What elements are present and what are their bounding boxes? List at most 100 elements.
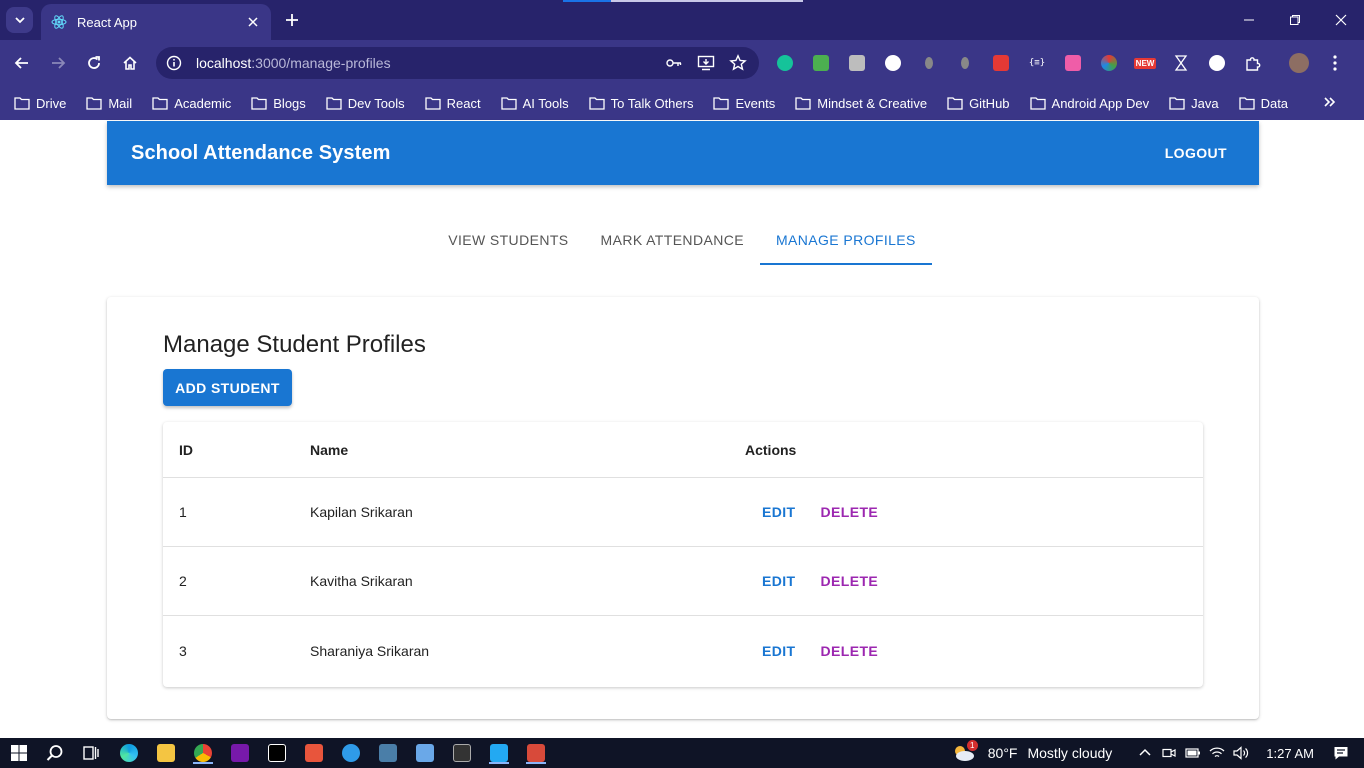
wifi-icon[interactable] (1208, 744, 1226, 762)
back-arrow-icon[interactable] (10, 51, 34, 75)
bookmark-folder-data[interactable]: Data (1238, 96, 1288, 111)
terminal-icon[interactable] (451, 742, 473, 764)
student-name: Sharaniya Srikaran (310, 642, 430, 659)
kebab-menu-icon[interactable] (1324, 52, 1346, 74)
volume-icon[interactable] (1232, 744, 1250, 762)
snipping-tool-icon[interactable] (525, 742, 547, 764)
delete-button[interactable]: DELETE (813, 500, 887, 524)
bookmark-folder-react[interactable]: React (424, 96, 481, 111)
bookmarks-overflow-icon[interactable] (1320, 92, 1340, 112)
delete-button[interactable]: DELETE (813, 639, 887, 663)
folder-icon (326, 96, 342, 110)
weather-text: Mostly cloudy (1027, 745, 1113, 761)
reload-icon[interactable] (82, 51, 106, 75)
site-info-icon[interactable] (166, 55, 182, 71)
browser-tab-title: React App (77, 14, 137, 30)
cube-app-icon[interactable] (414, 742, 436, 764)
vscode-icon[interactable] (488, 742, 510, 764)
color-dots-extension-icon[interactable] (1098, 52, 1120, 74)
compass-extension-icon[interactable] (882, 52, 904, 74)
weather-cloud-icon[interactable]: 1 (950, 740, 978, 762)
home-icon[interactable] (118, 51, 142, 75)
bookmark-folder-java[interactable]: Java (1169, 96, 1219, 111)
red-extension-icon[interactable] (990, 52, 1012, 74)
bookmark-label: Events (735, 95, 776, 111)
folder-icon (500, 96, 517, 110)
mail-extension-icon[interactable] (810, 52, 832, 74)
tab-search-button[interactable] (6, 7, 33, 33)
new-tab-plus-icon[interactable] (282, 10, 302, 30)
bookmark-star-icon[interactable] (729, 54, 747, 72)
edit-button[interactable]: EDIT (754, 639, 804, 663)
camera-extension-icon[interactable] (846, 52, 868, 74)
tab-mark-attendance[interactable]: MARK ATTENDANCE (585, 216, 760, 264)
student-id: 1 (179, 504, 187, 520)
chevron-up-icon[interactable] (1136, 744, 1154, 762)
bookmark-folder-android-app-dev[interactable]: Android App Dev (1029, 96, 1149, 111)
system-tray: 1 80°F Mostly cloudy 1:27 AM (950, 738, 1364, 768)
user-avatar[interactable] (1288, 52, 1310, 74)
bookmark-folder-to-talk-others[interactable]: To Talk Others (588, 96, 693, 111)
close-window-icon[interactable] (1318, 0, 1364, 40)
extension-gray-icon[interactable] (954, 52, 976, 74)
bookmark-folder-academic[interactable]: Academic (152, 96, 231, 111)
minimize-window-icon[interactable] (1226, 0, 1272, 40)
folder-icon (795, 96, 811, 110)
clock-time[interactable]: 1:27 AM (1266, 746, 1314, 761)
react-logo-icon (51, 14, 67, 30)
search-icon[interactable] (44, 742, 66, 764)
browser-tab-active[interactable]: React App (41, 4, 271, 40)
task-view-icon[interactable] (80, 742, 102, 764)
bookmark-folder-blogs[interactable]: Blogs (251, 96, 306, 111)
password-key-icon[interactable] (665, 54, 683, 72)
bookmark-folder-github[interactable]: GitHub (947, 95, 1010, 111)
hourglass-extension-icon[interactable] (1170, 52, 1192, 74)
forward-arrow-icon[interactable] (46, 51, 70, 75)
bookmark-folder-dev-tools[interactable]: Dev Tools (326, 96, 405, 111)
column-header-id: ID (179, 441, 193, 458)
red-app-icon[interactable] (303, 742, 325, 764)
grammarly-extension-icon[interactable] (774, 52, 796, 74)
notification-center-icon[interactable] (1332, 744, 1350, 762)
puzzle-extensions-icon[interactable] (1242, 52, 1264, 74)
bookmark-folder-mail[interactable]: Mail (86, 96, 132, 111)
browser-tabstrip: React App (0, 0, 1364, 40)
install-app-icon[interactable] (697, 54, 715, 72)
chrome-browser-icon[interactable] (192, 742, 214, 764)
edit-button[interactable]: EDIT (754, 569, 804, 593)
page-title: Manage Student Profiles (163, 331, 426, 358)
address-bar[interactable]: localhost:3000/manage-profiles (156, 47, 759, 79)
blue-circle-app-icon[interactable] (340, 742, 362, 764)
logout-button[interactable]: LOGOUT (1157, 139, 1235, 167)
edit-button[interactable]: EDIT (754, 500, 804, 524)
json-extension-icon[interactable]: {≡} (1026, 52, 1048, 74)
extension-gray-icon[interactable] (918, 52, 940, 74)
file-explorer-icon[interactable] (155, 742, 177, 764)
bookmark-folder-events[interactable]: Events (713, 96, 775, 111)
student-name: Kapilan Srikaran (310, 504, 413, 520)
main-tabs: VIEW STUDENTS MARK ATTENDANCE MANAGE PRO… (0, 216, 1364, 265)
battery-icon[interactable] (1184, 744, 1202, 762)
bookmark-folder-mindset-creative[interactable]: Mindset & Creative (795, 96, 927, 111)
add-student-button[interactable]: ADD STUDENT (163, 369, 292, 406)
intellij-icon[interactable] (266, 742, 288, 764)
edge-browser-icon[interactable] (118, 742, 140, 764)
wappalyzer-extension-icon[interactable] (1206, 52, 1228, 74)
url-host: localhost (196, 55, 252, 71)
tab-view-students[interactable]: VIEW STUDENTS (432, 216, 584, 264)
bookmark-folder-ai-tools[interactable]: AI Tools (500, 96, 569, 111)
delete-button[interactable]: DELETE (813, 569, 887, 593)
tab-manage-profiles[interactable]: MANAGE PROFILES (759, 216, 932, 265)
column-header-name: Name (310, 441, 349, 458)
pink-extension-icon[interactable] (1062, 52, 1084, 74)
onenote-icon[interactable] (229, 742, 251, 764)
meet-camera-icon[interactable] (1160, 744, 1178, 762)
teal-app-icon[interactable] (377, 742, 399, 764)
close-tab-icon[interactable] (245, 14, 261, 30)
restore-window-icon[interactable] (1272, 0, 1318, 40)
table-header-row: ID Name Actions (163, 422, 1203, 478)
bookmark-label: GitHub (969, 95, 1010, 111)
bookmark-folder-drive[interactable]: Drive (14, 96, 66, 111)
new-badge-extension-icon[interactable]: NEW (1133, 52, 1157, 74)
windows-start-icon[interactable] (8, 742, 30, 764)
